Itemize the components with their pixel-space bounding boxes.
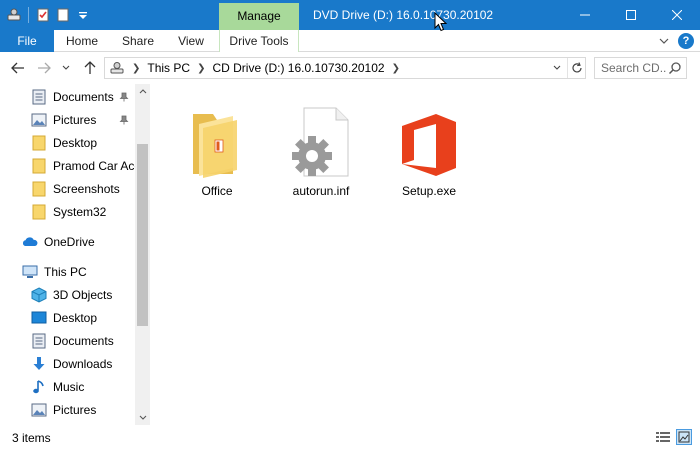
folder-icon [31, 135, 47, 151]
help-icon[interactable]: ? [678, 33, 694, 49]
minimize-button[interactable] [562, 0, 608, 30]
minimize-icon [580, 14, 590, 16]
desktop-icon [31, 310, 47, 326]
up-button[interactable] [82, 60, 98, 76]
this-pc-icon [22, 264, 38, 280]
item-count: 3 items [12, 431, 51, 445]
folder-icon [31, 158, 47, 174]
nav-item-onedrive[interactable]: OneDrive [22, 231, 150, 253]
refresh-icon [571, 62, 582, 73]
refresh-button[interactable] [567, 58, 585, 78]
documents-icon [31, 89, 47, 105]
maximize-icon [626, 10, 636, 20]
file-item-setup[interactable]: Setup.exe [384, 98, 474, 198]
file-name: Office [201, 184, 233, 198]
office-folder-icon [172, 98, 262, 178]
chevron-up-icon [139, 89, 146, 94]
scroll-thumb[interactable] [137, 144, 148, 326]
nav-item-system32[interactable]: System32 [31, 201, 150, 223]
pictures-icon [31, 402, 47, 418]
file-name: autorun.inf [292, 184, 350, 198]
nav-item-pictures[interactable]: Pictures [31, 109, 150, 131]
chevron-down-icon [62, 65, 70, 70]
new-folder-icon[interactable] [55, 7, 71, 23]
large-icons-view-button[interactable] [676, 429, 692, 445]
forward-button[interactable] [36, 60, 52, 76]
breadcrumb-separator[interactable]: ❯ [132, 63, 140, 74]
quick-access-toolbar [6, 4, 91, 26]
window-title: DVD Drive (D:) 16.0.10730.20102 [313, 8, 494, 22]
onedrive-icon [22, 234, 38, 250]
address-bar[interactable]: ❯ This PC ❯ CD Drive (D:) 16.0.10730.201… [104, 57, 586, 79]
breadcrumb-cd-drive[interactable]: CD Drive (D:) 16.0.10730.20102 [212, 61, 384, 75]
nav-item-desktop-pc[interactable]: Desktop [31, 307, 150, 329]
scroll-down-button[interactable] [135, 410, 150, 425]
back-button[interactable] [10, 60, 26, 76]
drive-icon[interactable] [6, 7, 22, 23]
music-icon [31, 379, 47, 395]
nav-item-3d-objects[interactable]: 3D Objects [31, 284, 150, 306]
address-history-button[interactable] [548, 58, 566, 78]
pin-icon[interactable] [119, 92, 129, 102]
expand-ribbon-icon[interactable] [656, 33, 672, 49]
status-bar: 3 items [0, 425, 700, 449]
breadcrumb-this-pc[interactable]: This PC [147, 61, 190, 75]
pin-icon[interactable] [119, 115, 129, 125]
back-arrow-icon [11, 62, 24, 74]
properties-icon[interactable] [35, 7, 51, 23]
nav-item-pramod-car-acc[interactable]: Pramod Car Acc [31, 155, 150, 177]
office-logo-icon [384, 98, 474, 178]
file-name: Setup.exe [401, 184, 457, 198]
search-icon [668, 62, 681, 75]
tab-home[interactable]: Home [58, 30, 106, 52]
settings-file-icon [276, 98, 366, 178]
file-item-office[interactable]: Office [172, 98, 262, 198]
title-bar: Manage DVD Drive (D:) 16.0.10730.20102 [0, 0, 700, 30]
file-list: Office autorun.inf Setup.exe [150, 84, 700, 425]
navigation-pane: Documents Pictures Desktop Pramod Car Ac… [0, 84, 150, 425]
nav-item-desktop[interactable]: Desktop [31, 132, 150, 154]
customize-toolbar-icon[interactable] [75, 7, 91, 23]
folder-icon [31, 181, 47, 197]
breadcrumb-separator[interactable]: ❯ [392, 63, 400, 74]
downloads-icon [31, 356, 47, 372]
nav-item-pictures-pc[interactable]: Pictures [31, 399, 150, 421]
nav-item-this-pc[interactable]: This PC [22, 261, 150, 283]
large-icons-view-icon [678, 431, 690, 443]
nav-pane-scrollbar[interactable] [135, 84, 150, 425]
chevron-down-icon [553, 65, 561, 70]
chevron-down-icon [139, 415, 146, 420]
close-button[interactable] [654, 0, 700, 30]
mouse-cursor-icon [434, 12, 448, 32]
nav-item-documents-pc[interactable]: Documents [31, 330, 150, 352]
file-item-autorun[interactable]: autorun.inf [276, 98, 366, 198]
folder-icon [31, 204, 47, 220]
recent-locations-button[interactable] [60, 60, 72, 76]
3d-objects-icon [31, 287, 47, 303]
tab-drive-tools[interactable]: Drive Tools [219, 30, 299, 52]
details-view-icon [656, 432, 670, 442]
close-icon [672, 10, 682, 20]
toolbar-separator [28, 7, 29, 23]
pictures-icon [31, 112, 47, 128]
nav-item-music[interactable]: Music [31, 376, 150, 398]
nav-item-downloads[interactable]: Downloads [31, 353, 150, 375]
forward-arrow-icon [38, 62, 51, 74]
details-view-button[interactable] [655, 429, 671, 445]
up-arrow-icon [84, 61, 96, 74]
breadcrumb-separator[interactable]: ❯ [197, 63, 205, 74]
drive-location-icon [109, 60, 125, 76]
nav-item-screenshots[interactable]: Screenshots [31, 178, 150, 200]
documents-icon [31, 333, 47, 349]
nav-item-documents[interactable]: Documents [31, 86, 150, 108]
search-box[interactable] [594, 57, 687, 79]
maximize-button[interactable] [608, 0, 654, 30]
scroll-up-button[interactable] [135, 84, 150, 99]
search-input[interactable] [601, 60, 667, 76]
tab-share[interactable]: Share [114, 30, 162, 52]
ribbon-tabs: File Home Share View Drive Tools ? [0, 30, 700, 52]
tab-manage[interactable]: Manage [219, 3, 299, 30]
tab-file[interactable]: File [0, 30, 54, 52]
tab-view[interactable]: View [167, 30, 215, 52]
